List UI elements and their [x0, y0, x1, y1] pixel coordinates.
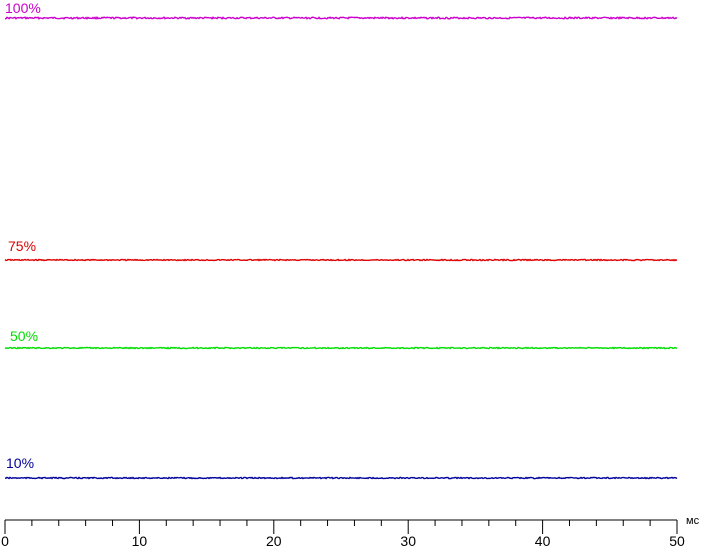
x-tick-label: 50 — [669, 533, 685, 548]
series-line-50 — [4, 346, 678, 350]
series-line-10 — [4, 476, 678, 480]
x-tick-label: 40 — [535, 533, 551, 548]
series-label-50: 50% — [10, 328, 38, 344]
series-line-75 — [4, 258, 678, 262]
series-label-100: 100% — [5, 0, 41, 16]
chart-canvas: 100% 75% 50% 10% мс 0 10 20 30 40 50 — [1, 0, 699, 548]
series-layer: 100% 75% 50% 10% — [4, 0, 678, 480]
series-label-75: 75% — [8, 238, 36, 254]
x-tick-label: 20 — [266, 533, 282, 548]
x-tick-label: 10 — [132, 533, 148, 548]
x-tick-label: 0 — [1, 533, 9, 548]
x-axis: мс 0 10 20 30 40 50 — [1, 515, 699, 548]
x-tick-label: 30 — [400, 533, 416, 548]
x-axis-unit-label: мс — [686, 515, 700, 527]
series-label-10: 10% — [6, 455, 34, 471]
series-line-100 — [4, 15, 678, 21]
